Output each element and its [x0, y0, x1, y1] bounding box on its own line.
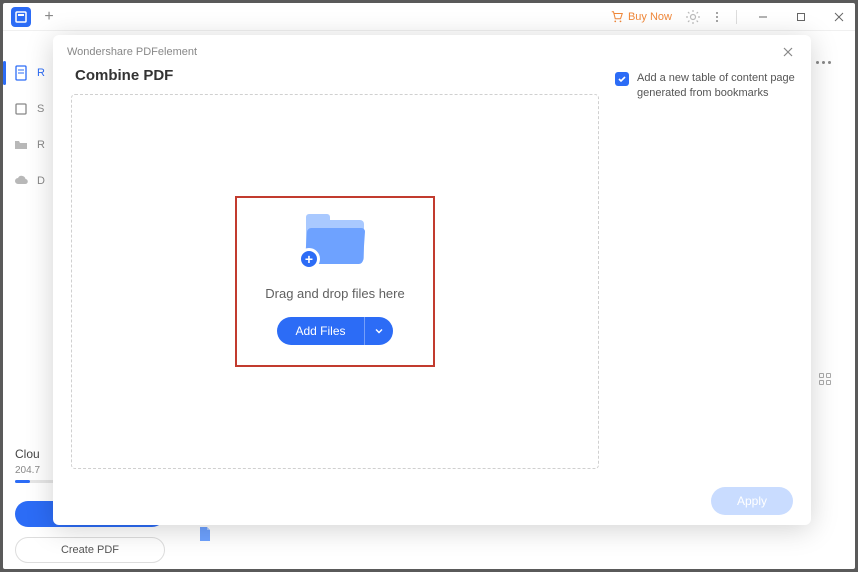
maximize-button[interactable]	[785, 3, 817, 31]
modal-left-panel: Combine PDF + Drag and drop files here A…	[71, 67, 599, 477]
create-pdf-label: Create PDF	[61, 544, 119, 556]
app-window: + Buy Now R S R	[3, 3, 855, 569]
folder-icon	[13, 137, 29, 153]
app-logo[interactable]	[11, 7, 31, 27]
check-icon	[617, 74, 627, 84]
apply-label: Apply	[737, 494, 767, 508]
cart-icon	[610, 10, 624, 24]
file-dropzone[interactable]: + Drag and drop files here Add Files	[71, 94, 599, 469]
new-tab-button[interactable]: +	[39, 7, 59, 27]
minimize-button[interactable]	[747, 3, 779, 31]
more-menu-button[interactable]	[708, 8, 726, 26]
modal-header: Wondershare PDFelement	[53, 35, 811, 59]
add-files-dropdown[interactable]	[364, 317, 393, 345]
add-files-group: Add Files	[277, 317, 392, 345]
chevron-down-icon	[375, 327, 383, 335]
sidebar-label: D	[37, 175, 45, 187]
close-window-button[interactable]	[823, 3, 855, 31]
apply-button[interactable]: Apply	[711, 487, 793, 515]
file-thumbnail-icon	[198, 526, 212, 547]
sidebar-item-starred[interactable]: S	[3, 91, 51, 127]
page-more-button[interactable]	[816, 61, 831, 64]
toc-checkbox[interactable]	[615, 72, 629, 86]
create-pdf-button[interactable]: Create PDF	[15, 537, 165, 563]
toc-checkbox-label: Add a new table of content page generate…	[637, 71, 797, 102]
grid-view-icon[interactable]	[819, 373, 831, 385]
buy-now-button[interactable]: Buy Now	[604, 8, 678, 26]
star-icon	[13, 101, 29, 117]
cloud-icon	[13, 173, 29, 189]
buy-now-label: Buy Now	[628, 11, 672, 23]
sidebar-item-recent[interactable]: R	[3, 55, 51, 91]
dropzone-text: Drag and drop files here	[265, 286, 404, 301]
divider	[736, 10, 737, 24]
add-files-button[interactable]: Add Files	[277, 317, 363, 345]
modal-app-title: Wondershare PDFelement	[67, 46, 197, 58]
sidebar-label: S	[37, 103, 44, 115]
modal-body: Combine PDF + Drag and drop files here A…	[53, 59, 811, 477]
add-files-label: Add Files	[295, 324, 345, 338]
folder-plus-icon: +	[300, 216, 370, 268]
titlebar-left: +	[11, 7, 59, 27]
modal-title: Combine PDF	[71, 67, 599, 84]
modal-footer: Apply	[53, 477, 811, 525]
toc-checkbox-row[interactable]: Add a new table of content page generate…	[615, 71, 797, 102]
modal-right-panel: Add a new table of content page generate…	[599, 67, 811, 477]
titlebar: + Buy Now	[3, 3, 855, 31]
sidebar-label: R	[37, 67, 45, 79]
combine-pdf-modal: Wondershare PDFelement Combine PDF + Dra…	[53, 35, 811, 525]
document-icon	[13, 65, 29, 81]
dropzone-highlight: + Drag and drop files here Add Files	[235, 196, 434, 367]
settings-icon[interactable]	[684, 8, 702, 26]
close-icon	[782, 46, 794, 58]
sidebar-item-folder[interactable]: R	[3, 127, 51, 163]
sidebar-label: R	[37, 139, 45, 151]
titlebar-right: Buy Now	[604, 3, 855, 31]
sidebar-item-cloud[interactable]: D	[3, 163, 51, 199]
